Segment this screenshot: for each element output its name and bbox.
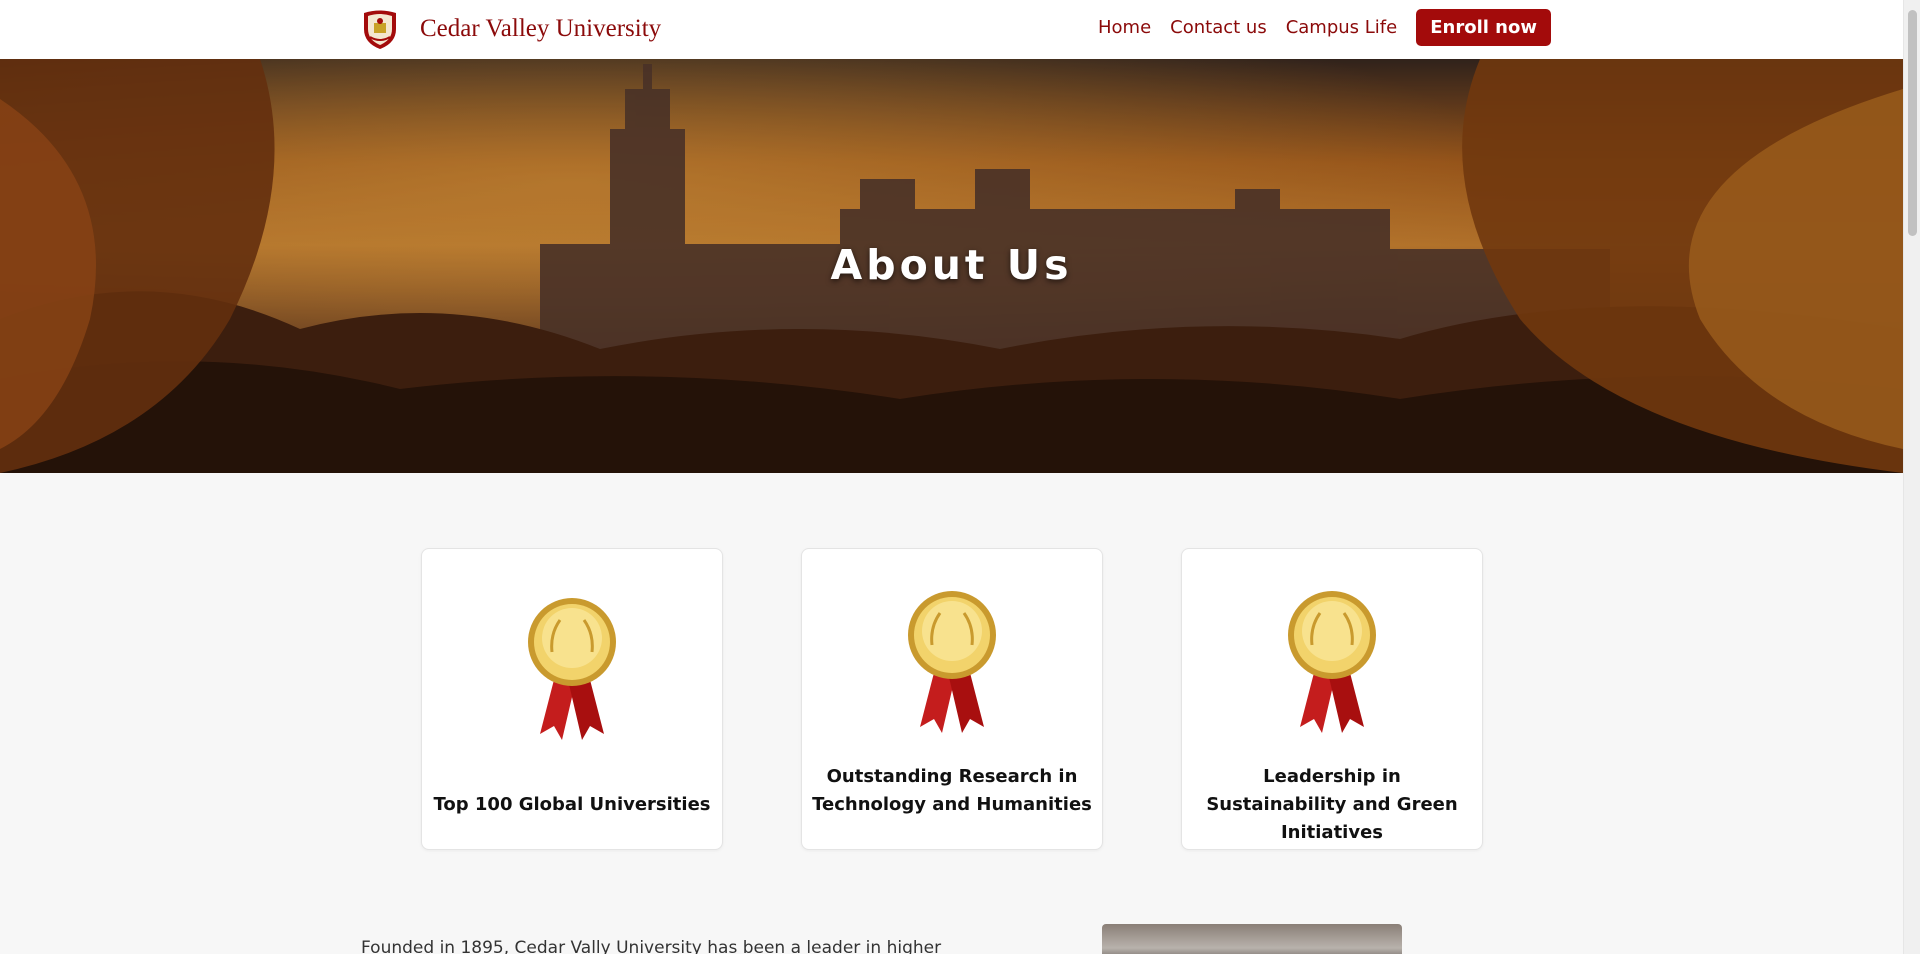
hero-banner: About Us [0,59,1903,473]
award-card: Outstanding Research in Technology and H… [801,548,1103,850]
gold-medal-icon [528,598,616,740]
nav-campus-life-link[interactable]: Campus Life [1286,17,1398,38]
scrollbar-thumb[interactable] [1908,10,1917,236]
award-card: Leadership in Sustainability and Green I… [1181,548,1483,850]
gold-medal-icon [908,591,996,733]
vertical-scrollbar[interactable] [1903,0,1920,954]
award-title: Top 100 Global Universities [433,794,711,815]
nav-home-link[interactable]: Home [1098,17,1151,38]
award-title: Leadership in Sustainability and Green I… [1206,766,1458,843]
university-crest-icon [364,10,396,49]
main-nav: Home Contact us Campus Life Enroll now [1098,9,1551,46]
award-title: Outstanding Research in Technology and H… [812,766,1092,815]
about-intro-text: Founded in 1895, Cedar Vally University … [361,938,942,954]
navbar: Cedar Valley University Home Contact us … [0,0,1903,60]
brand-name: Cedar Valley University [420,15,662,42]
about-photo [1102,924,1402,954]
page: Cedar Valley University Home Contact us … [0,0,1903,954]
nav-contact-link[interactable]: Contact us [1170,17,1267,38]
enroll-now-button[interactable]: Enroll now [1416,9,1551,46]
brand[interactable]: Cedar Valley University [358,6,661,52]
gold-medal-icon [1288,591,1376,733]
hero-title: About Us [830,241,1073,289]
award-card: Top 100 Global Universities [421,548,723,850]
